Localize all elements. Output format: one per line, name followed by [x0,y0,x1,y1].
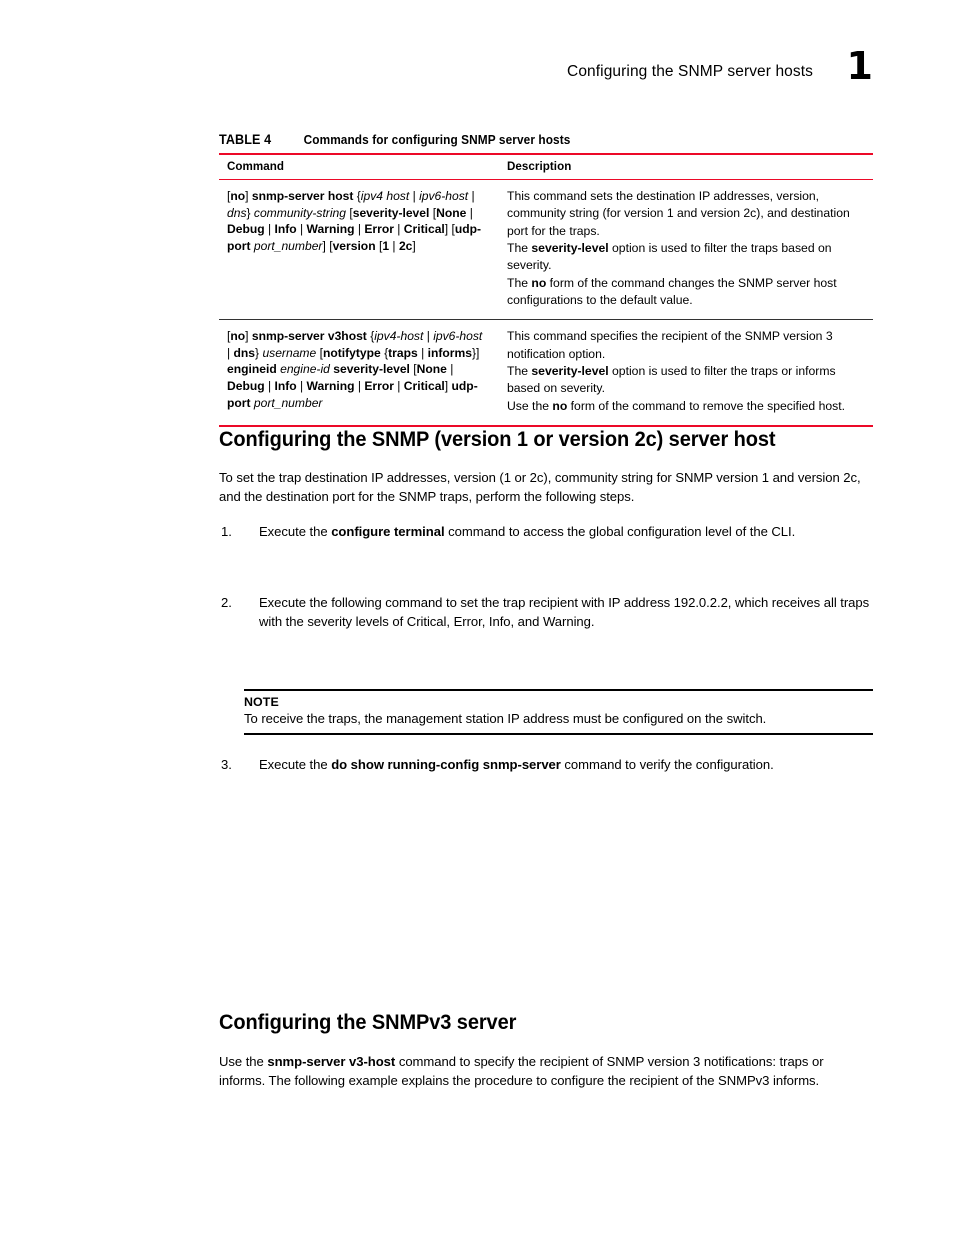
command-syntax: [no] snmp-server v3host {ipv4-host | ipv… [227,329,483,410]
table-head: Command Description [219,154,873,180]
table-caption-text: Commands for configuring SNMP server hos… [303,133,571,147]
heading-configuring-snmpv3-server: Configuring the SNMPv3 server [219,1009,517,1034]
table-row: [no] snmp-server host {ipv4 host | ipv6-… [219,180,873,320]
description-paragraph: The severity-level option is used to fil… [507,363,836,396]
list-item: 1. Execute the configure terminal comman… [219,523,873,542]
step-number: 3. [221,756,232,772]
cell-command: [no] snmp-server host {ipv4 host | ipv6-… [219,180,499,320]
table-row: [no] snmp-server v3host {ipv4-host | ipv… [219,319,873,426]
intro-paragraph: To set the trap destination IP addresses… [219,469,861,504]
commands-table: Command Description [no] snmp-server hos… [219,153,873,427]
column-header-command: Command [219,154,499,180]
table-caption-label: TABLE 4 [219,132,272,147]
list-item: 3. Execute the do show running-config sn… [219,756,873,775]
table-header-row: Command Description [219,154,873,180]
steps-list: 1. Execute the configure terminal comman… [219,523,873,632]
cell-description: This command specifies the recipient of … [499,319,873,426]
column-header-description: Description [499,154,873,180]
note-text: To receive the traps, the management sta… [244,710,767,726]
step-text: Execute the configure terminal command t… [259,523,796,539]
description-paragraph: This command specifies the recipient of … [507,329,833,361]
list-item: 2. Execute the following command to set … [219,594,873,632]
heading-configuring-snmp-v1-v2c: Configuring the SNMP (version 1 or versi… [219,426,776,451]
step-number: 1. [221,523,232,539]
cell-command: [no] snmp-server v3host {ipv4-host | ipv… [219,319,499,426]
steps-list-continued: 3. Execute the do show running-config sn… [219,756,873,775]
description-paragraph: The severity-level option is used to fil… [507,240,832,273]
header-title: Configuring the SNMP server hosts [567,63,813,80]
page-header: Configuring the SNMP server hosts 1 [219,47,873,105]
step-number: 2. [221,594,232,610]
note-label: NOTE [244,694,279,709]
note-box: NOTE To receive the traps, the managemen… [244,688,873,735]
description-paragraph: The no form of the command changes the S… [507,275,837,307]
description-paragraph: This command sets the destination IP add… [507,189,850,238]
description-paragraph: Use the no form of the command to remove… [507,398,846,413]
page-number: 1 [846,44,873,88]
step-text: Execute the following command to set the… [259,594,870,629]
table-body: [no] snmp-server host {ipv4 host | ipv6-… [219,180,873,426]
table-caption: TABLE 4 Commands for configuring SNMP se… [219,132,834,147]
command-syntax: [no] snmp-server host {ipv4 host | ipv6-… [227,189,482,253]
cell-description: This command sets the destination IP add… [499,180,873,320]
page-content: TABLE 4 Commands for configuring SNMP se… [219,132,873,1091]
snmpv3-intro-paragraph: Use the snmp-server v3-host command to s… [219,1053,824,1088]
document-page: Configuring the SNMP server hosts 1 TABL… [0,0,954,1235]
step-text: Execute the do show running-config snmp-… [259,756,774,772]
